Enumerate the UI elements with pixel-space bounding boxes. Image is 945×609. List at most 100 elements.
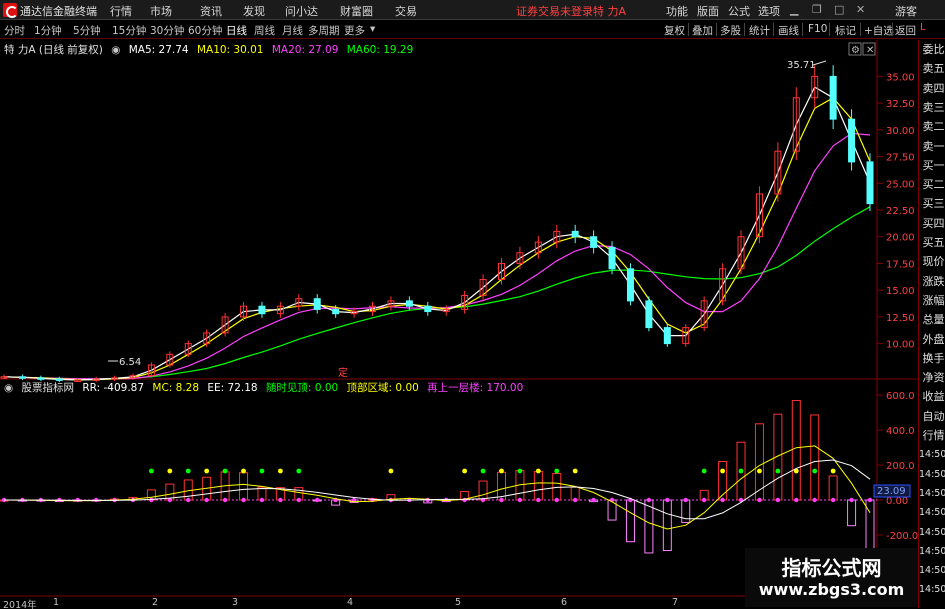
ma10-path [3,97,871,381]
guest-label[interactable]: 游客 [895,3,917,19]
adjust-button[interactable]: 复权 [664,23,685,38]
toolbar-divider [744,23,745,36]
sidebar-item[interactable]: 买五 [921,233,945,252]
candle-body [590,236,598,248]
indicator-signal-dot [701,468,707,474]
period-tab-30min[interactable]: 30分钟 [150,23,184,38]
indicator-baseline-dot [222,497,228,503]
period-tab-15min[interactable]: 15分钟 [112,23,146,38]
sidebar-item[interactable]: 总量 [921,310,945,329]
sidebar-item[interactable]: 净资 [921,368,945,387]
sidebar-item[interactable]: 自动 [921,407,945,426]
sidebar-item[interactable]: 卖三 [921,98,945,117]
sidebar-item[interactable]: 买一 [921,156,945,175]
login-warning[interactable]: 证券交易未登录 [516,3,593,19]
menu-market[interactable]: 市场 [150,3,172,19]
menu-discover[interactable]: 发现 [243,3,265,19]
sidebar-item[interactable]: 14:50 [919,561,945,580]
price-tick-label: 35.00 [886,72,915,83]
indicator-baseline-dot [241,497,246,503]
indicator-bar [810,414,820,501]
menu-news[interactable]: 资讯 [200,3,222,19]
period-tab-more[interactable]: 更多 [344,23,365,38]
period-tab-60min[interactable]: 60分钟 [188,23,222,38]
sidebar-item[interactable]: 委比 [921,40,945,59]
menu-ask[interactable]: 问小达 [285,3,318,19]
date-label: 6 [561,597,568,608]
indicator-baseline-dot [149,497,154,503]
period-tab-multi[interactable]: 多周期 [308,23,340,38]
restore-icon[interactable]: ❐ [812,3,822,16]
date-label: 5 [455,597,462,608]
indicator-baseline-dot [757,497,762,503]
candle-body [332,308,340,315]
draw-line-button[interactable]: 画线 [778,23,799,38]
sidebar-item[interactable]: 收益 [921,387,945,406]
indicator-signal-dot [535,468,541,474]
period-tab-monthly[interactable]: 月线 [282,23,303,38]
minimize-icon[interactable]: ▁ [790,3,798,16]
multi-stock-button[interactable]: 多股 [720,23,741,38]
indicator-signal-dot [517,468,523,474]
ma5-line [3,86,871,381]
period-tab-intraday[interactable]: 分时 [4,23,25,38]
sidebar-item[interactable]: 14:50 [919,445,945,464]
back-button[interactable]: 返回 [895,23,916,38]
sidebar-item[interactable]: 外盘 [921,330,945,349]
sidebar-item[interactable]: 换手 [921,349,945,368]
more-chevron-icon[interactable]: ▾ [370,23,375,35]
sidebar-item[interactable]: 14:50 [919,523,945,542]
sidebar-item[interactable]: 涨跌 [921,272,945,291]
sidebar-item[interactable]: 14:50 [919,484,945,503]
indicator-baseline-dot [536,497,541,503]
menu-trade[interactable]: 交易 [395,3,417,19]
period-tab-5min[interactable]: 5分钟 [73,23,101,38]
indicator-bar [828,475,838,501]
sidebar-item[interactable]: 14:50 [919,580,945,599]
sidebar-item[interactable]: 卖二 [921,117,945,136]
add-watchlist-button[interactable]: +自选 [864,23,894,38]
toolbar-divider [716,23,717,36]
indicator-bar [847,499,857,527]
sidebar-item[interactable]: 买四 [921,214,945,233]
sidebar-item[interactable]: 买二 [921,175,945,194]
menu-quotes[interactable]: 行情 [110,3,132,19]
close-icon[interactable]: ✕ [856,3,865,16]
sidebar-item[interactable]: 卖五 [921,59,945,78]
sidebar-item[interactable]: 14:50 [919,503,945,522]
indicator-axis: 600.0 400.0 200.0 0.00 -200.0 [877,391,918,542]
sidebar-item[interactable]: 14:50 [919,542,945,561]
f10-button[interactable]: F10 [808,23,827,35]
indicator-signal-dot [830,468,836,474]
sidebar-item[interactable]: 卖四 [921,79,945,98]
stock-chart[interactable]: 35.00 32.50 30.00 27.50 25.00 22.50 20.00 17.50… [0,39,918,597]
overlay-button[interactable]: 叠加 [692,23,713,38]
toolbar-divider [802,23,803,36]
period-tab-1min[interactable]: 1分钟 [34,23,62,38]
menu-functions[interactable]: 功能 [666,3,688,19]
app-name: 通达信金融终端 [20,5,97,18]
sidebar-item[interactable]: 行情 [921,426,945,445]
menu-layout[interactable]: 版面 [697,3,719,19]
date-axis: 2014年 1 2 3 4 5 6 7 [0,597,745,609]
svg-text:✕: ✕ [866,45,874,56]
stats-button[interactable]: 统计 [749,23,770,38]
sidebar-item[interactable]: 涨幅 [921,291,945,310]
sidebar-item[interactable]: 现价 [921,252,945,271]
indicator-signal-dot [812,468,818,474]
menu-options[interactable]: 选项 [758,3,780,19]
period-tab-weekly[interactable]: 周线 [254,23,275,38]
sidebar-item[interactable]: 买三 [921,194,945,213]
chart-scroll-button[interactable]: ⚙ ✕ [848,42,876,56]
candle-body [645,300,653,329]
period-tab-daily[interactable]: 日线 [226,23,247,38]
price-tick-label: 30.00 [886,126,915,137]
stock-name: 特 力A [593,5,627,18]
maximize-icon[interactable]: □ [834,3,844,16]
menu-wealth[interactable]: 财富圈 [340,3,373,19]
current-value-label: 23.09 [877,486,906,497]
sidebar-item[interactable]: 卖一 [921,137,945,156]
mark-button[interactable]: 标记 [835,23,856,38]
menu-formula[interactable]: 公式 [728,3,750,19]
sidebar-item[interactable]: 14:50 [919,465,945,484]
